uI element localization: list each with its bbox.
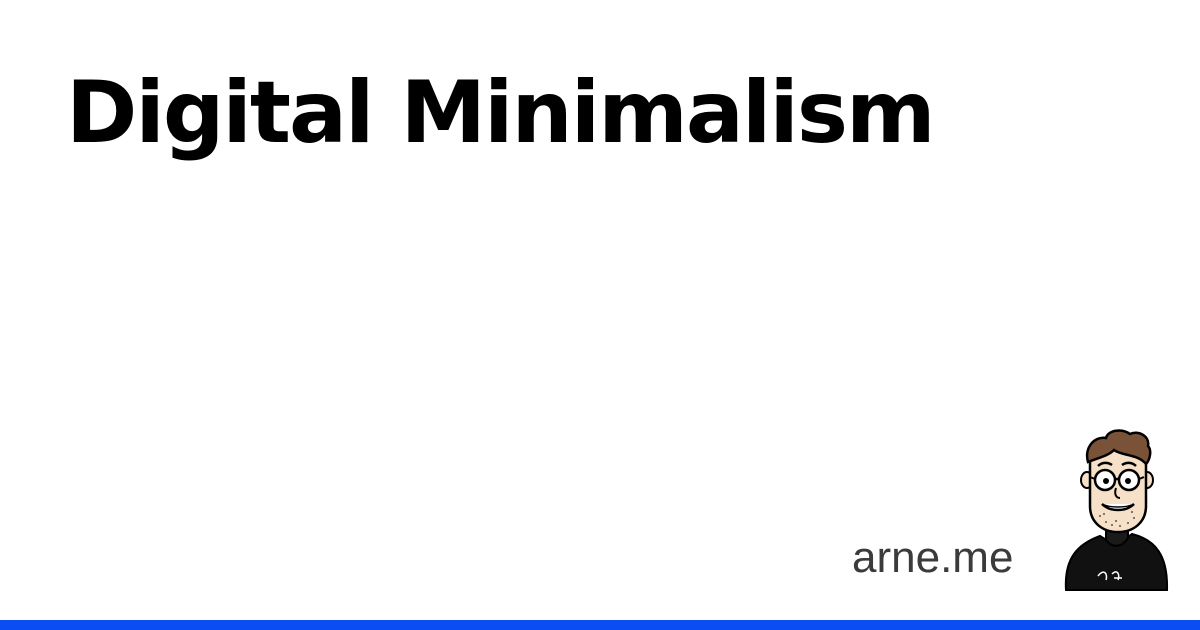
site-label: arne.me	[852, 533, 1014, 582]
cartoon-avatar-icon	[1064, 429, 1169, 591]
page-title: Digital Minimalism	[66, 63, 936, 163]
accent-bar	[0, 620, 1200, 630]
social-card: Digital Minimalism arne.me	[0, 0, 1200, 630]
